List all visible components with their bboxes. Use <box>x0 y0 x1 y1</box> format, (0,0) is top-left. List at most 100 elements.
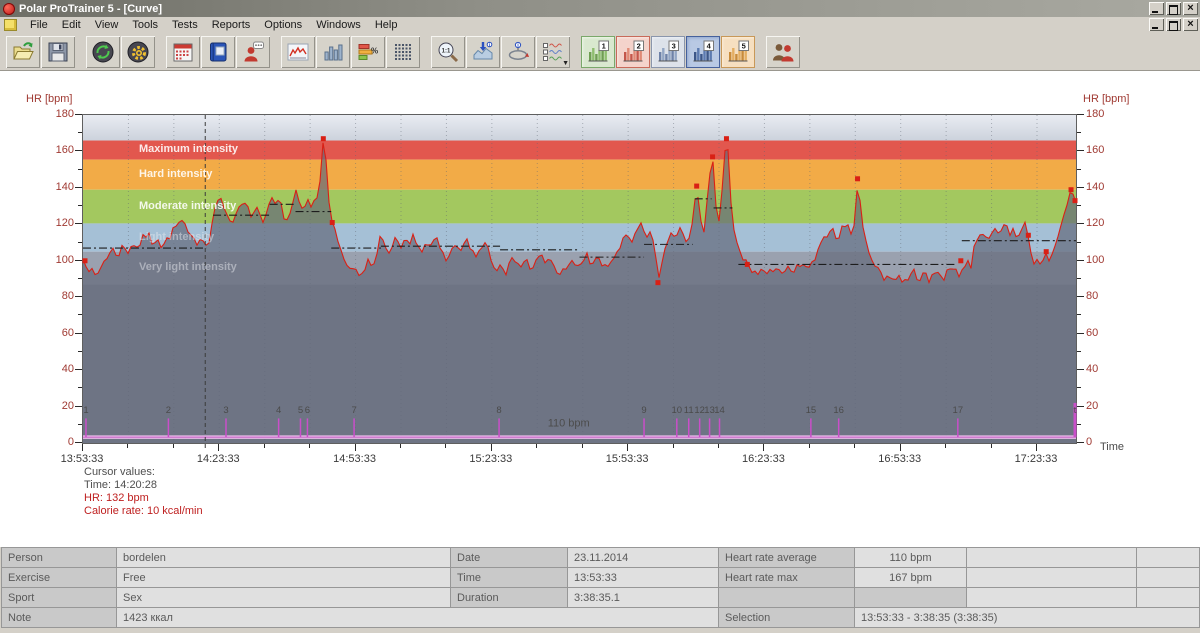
menu-help[interactable]: Help <box>368 18 405 32</box>
summary-cell-selection: Selection <box>719 608 855 628</box>
y-axis-label: 80 <box>38 290 74 302</box>
summary-cell-bordelen: bordelen <box>117 548 451 568</box>
hr-curve-plot[interactable]: 1234567891011121314151617t110 bpmMaximum… <box>82 114 1077 444</box>
diary-button[interactable] <box>201 36 235 68</box>
summary-cell-110-bpm: 110 bpm <box>855 548 967 568</box>
x-axis-title: Time <box>1100 441 1124 453</box>
y-axis-tick <box>78 278 82 279</box>
svg-text:110 bpm: 110 bpm <box>548 418 590 430</box>
curve-view-button[interactable] <box>281 36 315 68</box>
multi-curve-button[interactable]: ▼ <box>536 36 570 68</box>
y-axis-title-right: HR [bpm] <box>1083 93 1129 105</box>
view-3-button[interactable]: 3 <box>651 36 685 68</box>
summary-cell-heart-rate-max: Heart rate max <box>719 568 855 588</box>
y-axis-label: 120 <box>38 217 74 229</box>
chart-view-icon: 4 <box>691 40 715 64</box>
cursor-values-panel: Cursor values: Time: 14:20:28 HR: 132 bp… <box>84 466 203 518</box>
menu-file[interactable]: File <box>23 18 55 32</box>
person-icon <box>241 40 265 64</box>
child-restore-button[interactable] <box>1166 18 1181 31</box>
view-2-button[interactable]: 2 <box>616 36 650 68</box>
transfer-settings-button[interactable] <box>121 36 155 68</box>
diary-book-icon <box>206 40 230 64</box>
chart-view-icon: 2 <box>621 40 645 64</box>
y-axis-tick <box>75 406 82 407</box>
summary-cell-exercise: Exercise <box>2 568 117 588</box>
x-axis-tick <box>491 444 492 451</box>
menu-tests[interactable]: Tests <box>165 18 205 32</box>
summary-cell-person: Person <box>2 548 117 568</box>
y-axis-tick <box>1077 187 1084 188</box>
y-axis-tick <box>1077 150 1084 151</box>
save-button[interactable] <box>41 36 75 68</box>
dropdown-arrow-icon: ▼ <box>562 60 569 67</box>
summary-cell <box>855 588 967 608</box>
view-4-button[interactable]: 4 <box>686 36 720 68</box>
open-file-button[interactable] <box>6 36 40 68</box>
y-axis-tick <box>1077 424 1081 425</box>
summary-cell-duration: Duration <box>451 588 568 608</box>
restore-button[interactable] <box>1166 2 1181 15</box>
calendar-button[interactable] <box>166 36 200 68</box>
y-axis-label: 100 <box>1086 254 1122 266</box>
y-axis-tick <box>78 351 82 352</box>
child-minimize-button[interactable] <box>1149 18 1164 31</box>
svg-text:2: 2 <box>166 405 171 416</box>
summary-cell-sport: Sport <box>2 588 117 608</box>
view-5-button[interactable]: 5 <box>721 36 755 68</box>
summary-cell <box>1137 588 1200 608</box>
compare-persons-button[interactable] <box>766 36 800 68</box>
menu-options[interactable]: Options <box>257 18 309 32</box>
curve-chart-panel: HR [bpm] HR [bpm] 1234567891011121314151… <box>0 71 1200 547</box>
minimize-button[interactable] <box>1149 2 1164 15</box>
calendar-icon <box>171 40 195 64</box>
summary-cell-time: Time <box>451 568 568 588</box>
info-rotate-button[interactable]: i <box>501 36 535 68</box>
y-axis-label: 140 <box>1086 181 1122 193</box>
rotate-info-icon: i <box>506 40 530 64</box>
person-button[interactable] <box>236 36 270 68</box>
info-below-button[interactable]: i <box>466 36 500 68</box>
menu-tools[interactable]: Tools <box>125 18 165 32</box>
menu-reports[interactable]: Reports <box>205 18 258 32</box>
summary-cell <box>719 588 855 608</box>
bar-chart-button[interactable] <box>316 36 350 68</box>
x-axis-tick <box>173 444 174 448</box>
menu-edit[interactable]: Edit <box>55 18 88 32</box>
x-axis-label: 16:23:33 <box>731 453 795 465</box>
summary-cell-13-53-33-3-38-35-3-38-35-: 13:53:33 - 3:38:35 (3:38:35) <box>855 608 1200 628</box>
menu-windows[interactable]: Windows <box>309 18 368 32</box>
close-button[interactable]: × <box>1183 2 1198 15</box>
summary-cell-note: Note <box>2 608 117 628</box>
x-axis-label: 16:53:33 <box>868 453 932 465</box>
magnifier-1-1-icon: 1:1 <box>436 40 460 64</box>
y-axis-tick <box>1077 387 1081 388</box>
y-axis-tick <box>75 296 82 297</box>
y-axis-tick <box>75 187 82 188</box>
transfer-from-monitor-button[interactable] <box>86 36 120 68</box>
svg-text:7: 7 <box>351 405 356 416</box>
summary-row: SportSexDuration3:38:35.1 <box>2 588 1200 608</box>
x-axis-tick <box>400 444 401 448</box>
y-axis-label: 160 <box>38 144 74 156</box>
x-axis-tick <box>900 444 901 451</box>
zoom-1-1-button[interactable]: 1:1 <box>431 36 465 68</box>
summary-cell-3-38-35-1: 3:38:35.1 <box>568 588 719 608</box>
summary-row: Note1423 ккалSelection13:53:33 - 3:38:35… <box>2 608 1200 628</box>
y-axis-label: 20 <box>1086 400 1122 412</box>
y-axis-label: 40 <box>1086 363 1122 375</box>
y-axis-tick <box>1077 406 1084 407</box>
percent-chart-button[interactable]: % <box>351 36 385 68</box>
y-axis-label: 0 <box>38 436 74 448</box>
child-close-button[interactable]: × <box>1183 18 1198 31</box>
svg-text:3: 3 <box>223 405 228 416</box>
view-1-button[interactable]: 1 <box>581 36 615 68</box>
x-axis-label: 15:53:33 <box>595 453 659 465</box>
app-icon <box>3 3 15 15</box>
toolbar: %1:1ii▼12345 <box>0 33 1200 71</box>
y-axis-label: 140 <box>38 181 74 193</box>
grid-view-button[interactable] <box>386 36 420 68</box>
y-axis-tick <box>78 242 82 243</box>
svg-text:%: % <box>371 46 378 55</box>
menu-view[interactable]: View <box>88 18 126 32</box>
